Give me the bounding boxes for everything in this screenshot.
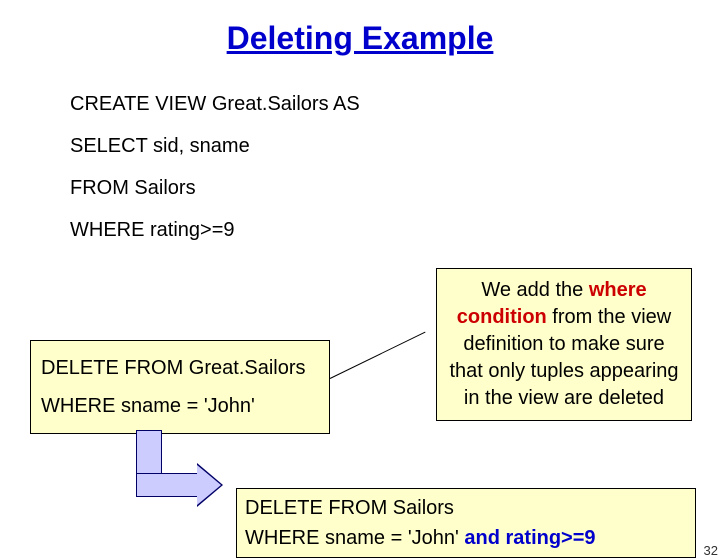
explanation-box: We add the where condition from the view… (436, 268, 692, 421)
sql-line: DELETE FROM Sailors (245, 493, 687, 523)
sql-line: FROM Sailors (70, 169, 720, 207)
connector-line (330, 332, 426, 379)
explain-text: We add the (481, 279, 588, 301)
sql-line: WHERE sname = 'John' and rating>=9 (245, 523, 687, 553)
sql-line: WHERE rating>=9 (70, 211, 720, 249)
added-condition: and rating>=9 (464, 527, 595, 549)
slide-title: Deleting Example (0, 20, 720, 57)
sql-line: SELECT sid, sname (70, 127, 720, 165)
view-definition-sql: CREATE VIEW Great.Sailors AS SELECT sid,… (70, 85, 720, 249)
sql-line: CREATE VIEW Great.Sailors AS (70, 85, 720, 123)
delete-view-box: DELETE FROM Great.Sailors WHERE sname = … (30, 340, 330, 434)
sql-text: WHERE sname = 'John' (245, 527, 464, 549)
arrow-icon (130, 430, 220, 500)
page-number: 32 (704, 543, 718, 558)
sql-line: DELETE FROM Great.Sailors (41, 349, 319, 387)
sql-line: WHERE sname = 'John' (41, 387, 319, 425)
result-sql-box: DELETE FROM Sailors WHERE sname = 'John'… (236, 488, 696, 558)
